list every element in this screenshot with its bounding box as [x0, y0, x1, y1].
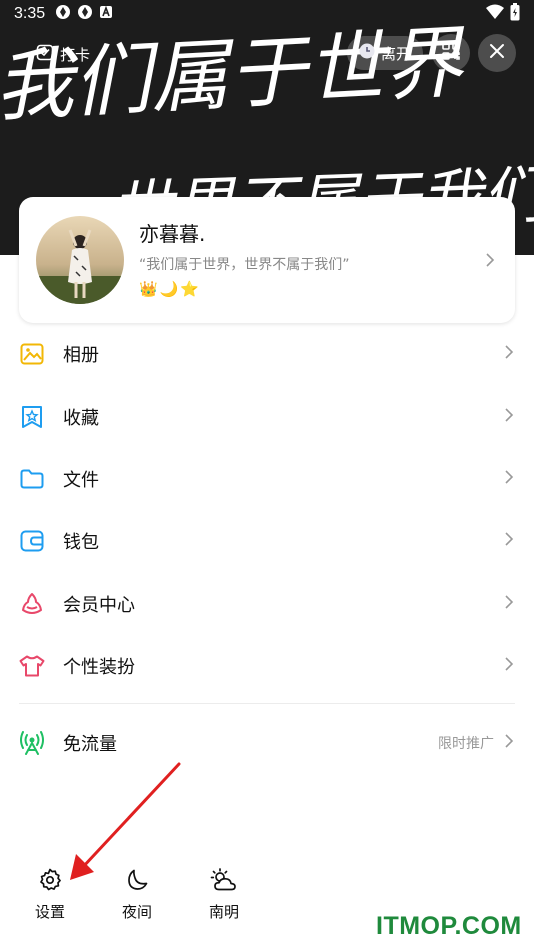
- chevron-right-icon: [504, 733, 514, 753]
- menu-item-label: 相册: [63, 345, 99, 367]
- chevron-right-icon: [504, 594, 514, 614]
- folder-icon: [19, 466, 45, 492]
- weather-button[interactable]: 南明: [194, 868, 254, 922]
- tshirt-icon: [19, 653, 45, 679]
- chevron-right-icon: [504, 344, 514, 364]
- night-mode-label: 夜间: [121, 903, 152, 921]
- battery-icon: [510, 3, 520, 25]
- menu-item-wallet[interactable]: 钱包: [0, 510, 534, 572]
- chevron-right-icon: [504, 531, 514, 551]
- gear-icon: [38, 868, 62, 896]
- menu-item-label: 个性装扮: [63, 657, 135, 679]
- vip-icon: [19, 591, 45, 617]
- profile-card[interactable]: 亦暮暮. “我们属于世界，世界不属于我们” 👑 🌙 ⭐: [19, 197, 515, 323]
- leave-status-button[interactable]: 离开: [347, 36, 423, 70]
- menu-item-personalize[interactable]: 个性装扮: [0, 635, 534, 697]
- profile-signature: “我们属于世界，世界不属于我们”: [139, 257, 350, 273]
- leave-status-label: 离开: [380, 44, 411, 63]
- menu-item-label: 免流量: [63, 734, 117, 755]
- red-arrow-annotation: [70, 762, 181, 880]
- menu-item-files[interactable]: 文件: [0, 448, 534, 510]
- album-icon: [19, 341, 45, 367]
- profile-badges[interactable]: 👑 🌙 ⭐: [139, 280, 199, 298]
- divider: [19, 703, 515, 704]
- settings-label: 设置: [34, 903, 65, 921]
- menu-item-label: 钱包: [63, 532, 99, 554]
- moon-badge-icon: 🌙: [159, 280, 179, 298]
- menu-item-label: 文件: [63, 469, 99, 491]
- star-badge-icon: ⭐: [180, 280, 200, 298]
- close-button[interactable]: [478, 34, 516, 72]
- close-icon: [489, 43, 505, 63]
- status-bar: 3:35: [0, 0, 534, 28]
- chevron-right-icon: [504, 407, 514, 427]
- chevron-right-icon: [485, 252, 495, 272]
- weather-label: 南明: [208, 903, 239, 921]
- punch-in-button[interactable]: 打卡: [26, 39, 100, 69]
- wifi-icon: [486, 4, 504, 24]
- app-notification-icon: [99, 5, 113, 23]
- qrcode-button[interactable]: [432, 34, 470, 72]
- menu-item-album[interactable]: 相册: [0, 323, 534, 385]
- qrcode-icon: [442, 42, 460, 64]
- promotion-tag: 限时推广: [438, 736, 494, 752]
- menu-item-label: 收藏: [63, 407, 99, 429]
- status-time: 3:35: [14, 5, 46, 22]
- punch-in-label: 打卡: [60, 45, 91, 64]
- menu-item-favorites[interactable]: 收藏: [0, 385, 534, 447]
- check-calendar-icon: [36, 43, 54, 65]
- wallet-icon: [19, 528, 45, 554]
- favorite-icon: [19, 404, 45, 430]
- menu-list: 相册 收藏 文件 钱包 会员中心 个性装扮: [0, 323, 534, 697]
- notification-icon: [77, 4, 93, 24]
- chevron-right-icon: [504, 656, 514, 676]
- avatar[interactable]: [36, 216, 124, 304]
- profile-name: 亦暮暮.: [139, 222, 206, 246]
- clock-icon: [359, 43, 375, 63]
- notification-icon: [55, 4, 71, 24]
- crown-badge-icon: 👑: [139, 280, 158, 298]
- watermark: ITMOP.COM: [376, 912, 522, 940]
- signal-icon: [19, 730, 45, 756]
- partly-cloudy-icon: [210, 868, 238, 896]
- chevron-right-icon: [504, 469, 514, 489]
- menu-item-label: 会员中心: [63, 594, 135, 616]
- menu-item-vip-center[interactable]: 会员中心: [0, 573, 534, 635]
